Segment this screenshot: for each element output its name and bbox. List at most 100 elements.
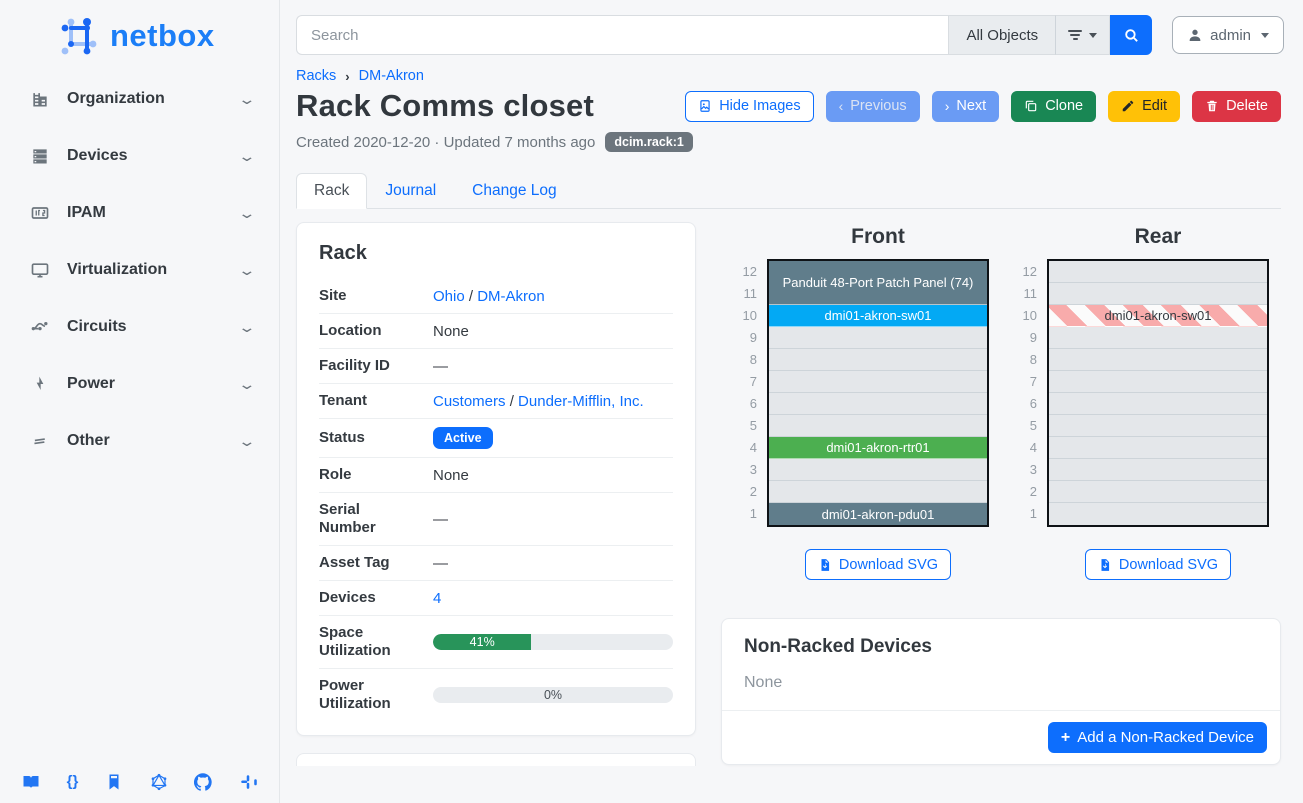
search-input[interactable] — [296, 15, 948, 55]
sidebar-item-label: IPAM — [67, 204, 106, 222]
power-utilization-value: 0% — [433, 687, 673, 703]
rack-device[interactable]: dmi01-akron-pdu01 — [769, 503, 987, 525]
tenant-link[interactable]: Dunder-Mifflin, Inc. — [518, 393, 644, 410]
previous-button[interactable]: ‹ Previous — [826, 91, 920, 122]
table-row: Asset Tag — — [319, 546, 673, 581]
sidebar-item-circuits[interactable]: Circuits ⌄ — [0, 307, 279, 347]
site-link[interactable]: DM-Akron — [477, 288, 545, 305]
rack-unit-empty[interactable] — [1049, 371, 1267, 393]
rack-unit-number: 3 — [733, 459, 757, 481]
user-menu-button[interactable]: admin — [1172, 16, 1284, 54]
chevron-right-icon: › — [945, 99, 950, 113]
add-non-racked-device-button[interactable]: + Add a Non-Racked Device — [1048, 722, 1267, 753]
rack-unit-empty[interactable] — [1049, 437, 1267, 459]
edit-button[interactable]: Edit — [1108, 91, 1180, 122]
non-racked-devices-body: None — [722, 671, 1280, 710]
sidebar-item-label: Virtualization — [67, 261, 167, 279]
rack-unit-empty[interactable] — [769, 415, 987, 437]
next-button[interactable]: › Next — [932, 91, 1000, 122]
sidebar-item-organization[interactable]: Organization ⌄ — [0, 79, 279, 119]
docs-book-icon[interactable] — [22, 773, 40, 791]
object-id-badge: dcim.rack:1 — [605, 132, 692, 152]
breadcrumb-link-racks[interactable]: Racks — [296, 68, 336, 84]
rack-unit-empty[interactable] — [1049, 503, 1267, 525]
front-elevation-title: Front — [851, 225, 905, 249]
rack-device[interactable]: dmi01-akron-sw01 — [1049, 305, 1267, 327]
rack-unit-empty[interactable] — [1049, 349, 1267, 371]
trash-icon — [1205, 99, 1219, 113]
rack-unit-number: 8 — [733, 349, 757, 371]
rack-unit-empty[interactable] — [1049, 327, 1267, 349]
rack-unit-empty[interactable] — [769, 349, 987, 371]
rack-unit-empty[interactable] — [1049, 261, 1267, 283]
table-row: Facility ID — — [319, 349, 673, 384]
rack-unit-empty[interactable] — [1049, 459, 1267, 481]
rack-unit-empty[interactable] — [769, 459, 987, 481]
sidebar-item-label: Other — [67, 432, 110, 450]
search-filter-button[interactable] — [1055, 15, 1110, 55]
tab-rack[interactable]: Rack — [296, 173, 367, 209]
add-non-racked-device-label: Add a Non-Racked Device — [1077, 729, 1254, 746]
rack-rear-body: dmi01-akron-sw01 — [1047, 259, 1269, 527]
github-icon[interactable] — [194, 773, 212, 791]
breadcrumb: Racks › DM-Akron — [296, 68, 1281, 84]
caret-down-icon — [1089, 33, 1097, 38]
rack-unit-number: 8 — [1013, 349, 1037, 371]
devices-label: Devices — [319, 581, 415, 616]
site-region-link[interactable]: Ohio — [433, 288, 465, 305]
non-racked-devices-footer: + Add a Non-Racked Device — [722, 710, 1280, 764]
rack-unit-number: 11 — [733, 283, 757, 305]
rack-unit-empty[interactable] — [769, 393, 987, 415]
search-scope-select[interactable]: All Objects — [948, 15, 1055, 55]
rack-unit-empty[interactable] — [769, 481, 987, 503]
rack-unit-empty[interactable] — [1049, 393, 1267, 415]
api-docs-bookmark-icon[interactable] — [105, 773, 123, 791]
devices-count-link[interactable]: 4 — [433, 590, 441, 607]
power-utilization-label: Power Utilization — [319, 669, 415, 722]
tab-journal[interactable]: Journal — [367, 173, 454, 209]
rack-unit-empty[interactable] — [769, 371, 987, 393]
monitor-icon — [30, 260, 50, 280]
non-racked-devices-title: Non-Racked Devices — [722, 619, 1280, 671]
download-svg-front-button[interactable]: Download SVG — [805, 549, 951, 580]
search-submit-button[interactable] — [1110, 15, 1152, 55]
community-slack-icon[interactable] — [239, 773, 257, 791]
sidebar-item-label: Devices — [67, 147, 128, 165]
space-utilization-value: 41% — [470, 635, 495, 649]
tab-change-log[interactable]: Change Log — [454, 173, 574, 209]
clone-button[interactable]: Clone — [1011, 91, 1096, 122]
rack-unit-empty[interactable] — [1049, 481, 1267, 503]
tenant-group-link[interactable]: Customers — [433, 393, 506, 410]
graphql-icon[interactable] — [150, 773, 168, 791]
netbox-logo[interactable]: netbox — [0, 0, 279, 62]
rack-device[interactable]: Panduit 48-Port Patch Panel (74) — [769, 261, 987, 305]
table-row: Location None — [319, 314, 673, 349]
rack-unit-number: 11 — [1013, 283, 1037, 305]
location-label: Location — [319, 314, 415, 349]
rest-api-braces-icon[interactable]: {} — [67, 773, 79, 791]
sidebar-item-other[interactable]: Other ⌄ — [0, 421, 279, 461]
download-svg-rear-button[interactable]: Download SVG — [1085, 549, 1231, 580]
sidebar-item-devices[interactable]: Devices ⌄ — [0, 136, 279, 176]
hide-images-button[interactable]: Hide Images — [685, 91, 813, 122]
delete-button[interactable]: Delete — [1192, 91, 1281, 122]
breadcrumb-link-site[interactable]: DM-Akron — [359, 68, 424, 84]
rack-unit-empty[interactable] — [769, 327, 987, 349]
rack-info-card: Rack Site Ohio / DM-Akron Location None … — [296, 222, 696, 736]
sidebar-item-power[interactable]: Power ⌄ — [0, 364, 279, 404]
rack-unit-number: 7 — [733, 371, 757, 393]
chevron-down-icon: ⌄ — [238, 91, 257, 108]
serial-number-label: Serial Number — [319, 493, 415, 546]
space-utilization-fill: 41% — [433, 634, 531, 650]
table-row: Power Utilization 0% — [319, 669, 673, 722]
sidebar-item-ipam[interactable]: IPAM ⌄ — [0, 193, 279, 233]
rack-unit-number: 9 — [733, 327, 757, 349]
rack-unit-empty[interactable] — [1049, 415, 1267, 437]
rack-device[interactable]: dmi01-akron-rtr01 — [769, 437, 987, 459]
global-search: All Objects — [296, 15, 1152, 55]
rack-unit-empty[interactable] — [1049, 283, 1267, 305]
rack-device[interactable]: dmi01-akron-sw01 — [769, 305, 987, 327]
rack-unit-number: 12 — [1013, 261, 1037, 283]
table-row: Tenant Customers / Dunder-Mifflin, Inc. — [319, 384, 673, 419]
sidebar-item-virtualization[interactable]: Virtualization ⌄ — [0, 250, 279, 290]
